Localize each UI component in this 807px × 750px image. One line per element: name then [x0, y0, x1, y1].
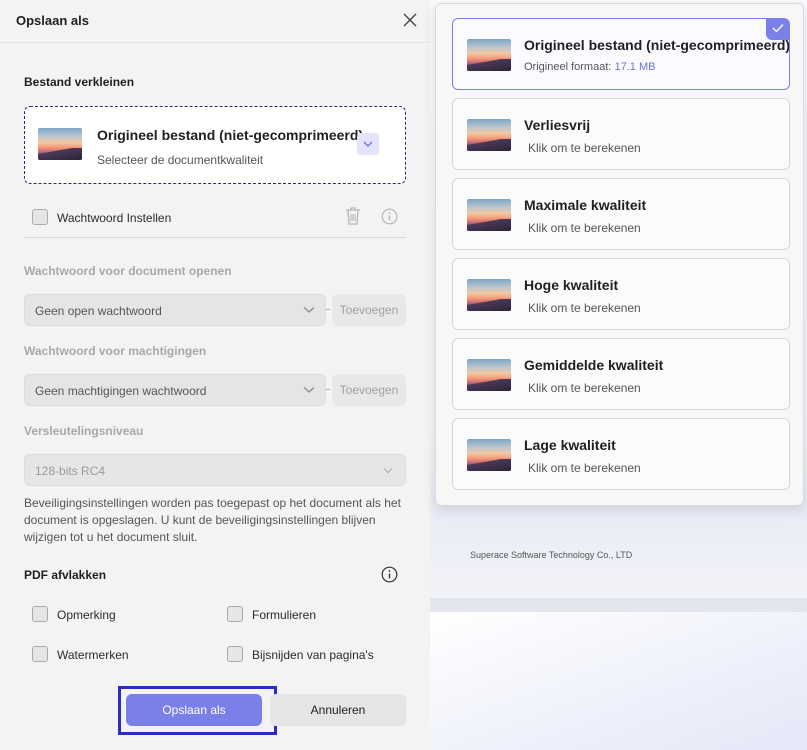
option-subtitle: Klik om te berekenen [528, 461, 641, 475]
open-password-title: Wachtwoord voor document openen [24, 264, 232, 278]
selected-badge [766, 19, 789, 40]
check-icon [772, 24, 784, 33]
document-thumbnail [467, 199, 511, 231]
page-divider [430, 598, 807, 612]
quality-options-panel: Origineel bestand (niet-gecomprimeerd) O… [435, 3, 804, 506]
add-permission-password-button[interactable]: Toevoegen [326, 374, 406, 406]
document-page-lower [430, 612, 807, 750]
info-icon[interactable] [381, 208, 398, 225]
flatten-watermarks-checkbox[interactable] [32, 646, 48, 662]
dialog-header: Opslaan als [0, 0, 430, 42]
option-title: Verliesvrij [524, 117, 591, 133]
encryption-value: 128-bits RC4 [35, 464, 106, 478]
permission-password-value: Geen machtigingen wachtwoord [35, 384, 207, 398]
close-button[interactable] [400, 10, 420, 30]
document-thumbnail [467, 359, 511, 391]
option-title: Maximale kwaliteit [524, 197, 647, 213]
security-info-text: Beveiligingsinstellingen worden pas toeg… [24, 496, 401, 544]
option-subtitle: Klik om te berekenen [528, 221, 641, 235]
permission-password-select[interactable]: Geen machtigingen wachtwoord [24, 374, 326, 406]
close-icon [403, 13, 417, 27]
trash-icon[interactable] [344, 206, 362, 226]
chevron-down-icon [363, 141, 373, 147]
flatten-comment-checkbox[interactable] [32, 606, 48, 622]
chevron-down-icon [303, 307, 315, 313]
option-subtitle: Klik om te berekenen [528, 301, 641, 315]
encryption-title: Versleutelingsniveau [24, 424, 144, 438]
document-thumbnail [467, 119, 511, 151]
option-title: Lage kwaliteit [524, 437, 616, 453]
add-open-password-button[interactable]: Toevoegen [326, 294, 406, 326]
open-password-value: Geen open wachtwoord [35, 304, 162, 318]
flatten-crop-checkbox[interactable] [227, 646, 243, 662]
highlight-box [118, 686, 277, 735]
document-thumbnail [467, 39, 511, 71]
quality-select-subtitle: Selecteer de documentkwaliteit [97, 153, 264, 167]
option-subtitle: Klik om te berekenen [528, 141, 641, 155]
original-size-label: Origineel formaat: [524, 61, 612, 73]
permission-password-title: Wachtwoord voor machtigingen [24, 344, 207, 358]
quality-option-medium[interactable]: Gemiddelde kwaliteit Klik om te berekene… [452, 338, 790, 410]
compress-section-title: Bestand verkleinen [24, 75, 135, 89]
open-password-select[interactable]: Geen open wachtwoord [24, 294, 326, 326]
flatten-forms-checkbox[interactable] [227, 606, 243, 622]
flatten-watermarks-label: Watermerken [57, 648, 129, 662]
document-thumbnail [467, 439, 511, 471]
quality-option-original[interactable]: Origineel bestand (niet-gecomprimeerd) O… [452, 18, 790, 90]
save-as-dialog: Opslaan als Bestand verkleinen Origineel… [0, 0, 430, 750]
original-size-value: 17.1 MB [614, 61, 656, 73]
quality-option-maximum[interactable]: Maximale kwaliteit Klik om te berekenen [452, 178, 790, 250]
flatten-forms-label: Formulieren [252, 608, 317, 622]
flatten-comment-label: Opmerking [57, 608, 116, 622]
quality-option-lossless[interactable]: Verliesvrij Klik om te berekenen [452, 98, 790, 170]
dialog-title: Opslaan als [16, 13, 89, 28]
quality-select[interactable]: Origineel bestand (niet-gecomprimeerd) S… [24, 106, 406, 184]
quality-dropdown-toggle[interactable] [357, 133, 379, 155]
encryption-select[interactable]: 128-bits RC4 [24, 454, 406, 486]
option-subtitle: Klik om te berekenen [528, 381, 641, 395]
info-icon[interactable] [381, 566, 398, 583]
quality-option-low[interactable]: Lage kwaliteit Klik om te berekenen [452, 418, 790, 490]
password-checkbox[interactable] [32, 209, 48, 225]
cancel-button[interactable]: Annuleren [270, 694, 406, 726]
document-thumbnail [38, 128, 82, 160]
chevron-down-icon [383, 468, 393, 474]
quality-option-high[interactable]: Hoge kwaliteit Klik om te berekenen [452, 258, 790, 330]
flatten-crop-label: Bijsnijden van pagina's [252, 648, 374, 662]
chevron-down-icon [303, 387, 315, 393]
document-thumbnail [467, 279, 511, 311]
divider [24, 237, 406, 238]
option-title: Origineel bestand (niet-gecomprimeerd) [524, 37, 790, 53]
password-checkbox-label: Wachtwoord Instellen [57, 211, 172, 225]
flatten-section-title: PDF afvlakken [24, 568, 107, 582]
company-name: Superace Software Technology Co., LTD [470, 550, 633, 560]
quality-select-title: Origineel bestand (niet-gecomprimeerd) [97, 127, 364, 143]
option-title: Gemiddelde kwaliteit [524, 357, 664, 373]
option-title: Hoge kwaliteit [524, 277, 619, 293]
option-subtitle: Origineel formaat: 17.1 MB [524, 61, 655, 73]
